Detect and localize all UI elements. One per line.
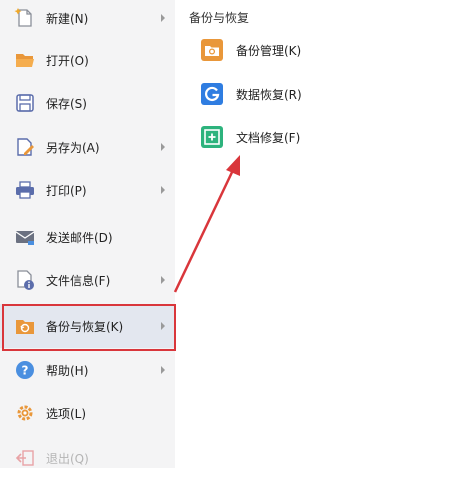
menu-item-help[interactable]: ? 帮助(H) [0, 348, 175, 392]
menu-item-label: 发送邮件(D) [46, 230, 113, 245]
backup-restore-submenu: 备份与恢复 备份管理(K) 数据恢复(R) 文档修复(F) [175, 0, 459, 468]
menu-item-exit[interactable]: 退出(Q) [0, 436, 175, 480]
menu-item-label: 帮助(H) [46, 363, 89, 378]
submenu-item-label: 数据恢复(R) [236, 87, 302, 102]
save-icon [14, 92, 36, 114]
menu-item-label: 备份与恢复(K) [46, 319, 124, 334]
menu-item-label: 另存为(A) [46, 140, 100, 155]
submenu-item-document-repair[interactable]: 文档修复(F) [200, 122, 430, 152]
menu-item-label: 文件信息(F) [46, 273, 111, 288]
submenu-arrow-icon [161, 14, 165, 22]
folder-open-icon [14, 49, 36, 71]
new-document-icon [14, 7, 36, 29]
menu-item-send-mail[interactable]: 发送邮件(D) [0, 215, 175, 259]
menu-item-backup-restore[interactable]: 备份与恢复(K) [0, 304, 175, 348]
submenu-item-backup-manage[interactable]: 备份管理(K) [200, 35, 430, 65]
menu-item-save-as[interactable]: 另存为(A) [0, 125, 175, 169]
submenu-arrow-icon [161, 276, 165, 284]
menu-item-label: 退出(Q) [46, 451, 89, 466]
menu-item-label: 选项(L) [46, 406, 87, 421]
help-icon: ? [14, 359, 36, 381]
submenu-item-label: 文档修复(F) [236, 130, 301, 145]
menu-item-save[interactable]: 保存(S) [0, 81, 175, 125]
file-menu: 新建(N) 打开(O) 保存(S) 另存为(A) 打印(P) 发送邮件(D) 文… [0, 0, 176, 468]
menu-item-print[interactable]: 打印(P) [0, 168, 175, 212]
submenu-title: 备份与恢复 [189, 11, 250, 25]
submenu-arrow-icon [161, 143, 165, 151]
menu-item-new[interactable]: 新建(N) [0, 0, 175, 40]
menu-item-options[interactable]: 选项(L) [0, 391, 175, 435]
mail-icon [14, 226, 36, 248]
submenu-item-data-recovery[interactable]: 数据恢复(R) [200, 79, 430, 109]
submenu-item-label: 备份管理(K) [236, 43, 302, 58]
menu-item-label: 打印(P) [46, 183, 87, 198]
menu-item-label: 新建(N) [46, 11, 89, 26]
save-as-icon [14, 136, 36, 158]
menu-item-file-info[interactable]: 文件信息(F) [0, 258, 175, 302]
printer-icon [14, 179, 36, 201]
submenu-arrow-icon [161, 186, 165, 194]
gear-icon [14, 402, 36, 424]
data-recovery-icon [200, 82, 224, 106]
menu-item-open[interactable]: 打开(O) [0, 38, 175, 82]
menu-item-label: 打开(O) [46, 53, 89, 68]
document-repair-icon [200, 125, 224, 149]
backup-manage-icon [200, 38, 224, 62]
submenu-arrow-icon [161, 366, 165, 374]
file-info-icon [14, 269, 36, 291]
backup-restore-icon [14, 315, 36, 337]
exit-icon [14, 447, 36, 469]
svg-text:?: ? [22, 364, 29, 378]
menu-item-label: 保存(S) [46, 96, 87, 111]
submenu-arrow-icon [161, 322, 165, 330]
